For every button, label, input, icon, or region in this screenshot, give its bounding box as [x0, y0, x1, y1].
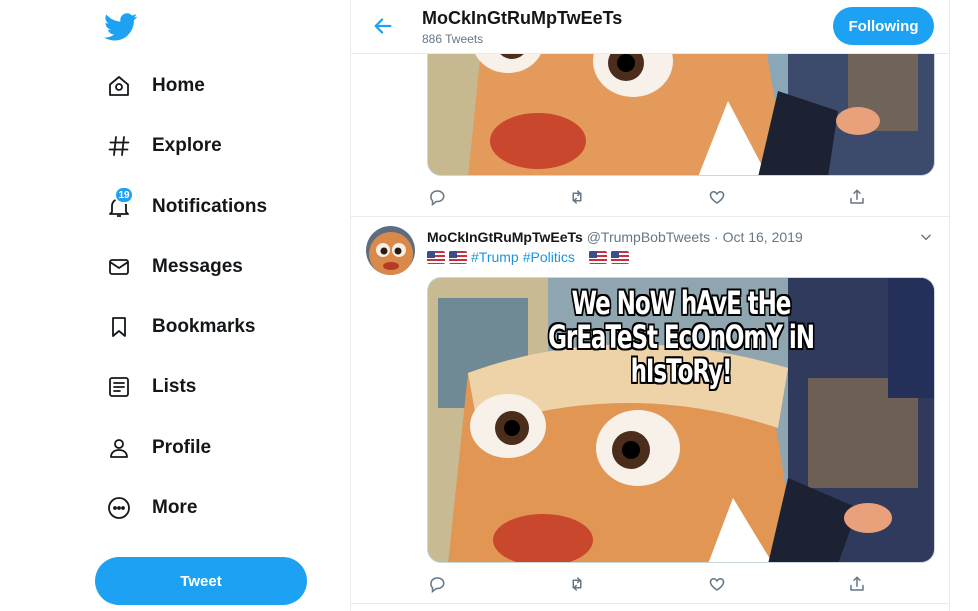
- avatar[interactable]: [366, 226, 415, 275]
- back-arrow-icon[interactable]: [369, 12, 397, 40]
- hashtag-link[interactable]: #Politics: [523, 249, 575, 265]
- meme-caption-line2: GrEaTeSt EcOnOmY iN hIsToRy!: [548, 318, 815, 390]
- sidebar: Home Explore 19 Notifications Messages B…: [0, 0, 350, 611]
- chevron-down-icon[interactable]: [917, 228, 935, 246]
- hashtag-icon: [106, 133, 132, 159]
- sidebar-item-label: Bookmarks: [152, 316, 256, 337]
- list-icon: [106, 374, 132, 400]
- following-button[interactable]: Following: [833, 7, 934, 45]
- share-icon[interactable]: [847, 574, 867, 594]
- sidebar-item-label: Notifications: [152, 196, 268, 217]
- profile-header: MoCkInGtRuMpTwEeTs 886 Tweets Following: [351, 0, 949, 54]
- page-title: MoCkInGtRuMpTwEeTs: [422, 8, 623, 28]
- sidebar-item-home[interactable]: Home: [96, 62, 215, 110]
- sidebar-item-label: Lists: [152, 376, 197, 397]
- sidebar-item-explore[interactable]: Explore: [96, 122, 232, 170]
- sidebar-item-lists[interactable]: Lists: [96, 363, 206, 411]
- person-icon: [106, 435, 132, 461]
- tweet-image[interactable]: We NoW hAvE tHe GrEaTeSt EcOnOmY iN hIsT…: [427, 277, 935, 563]
- tweet-separator: ·: [714, 229, 719, 245]
- tweet-author-handle[interactable]: @TrumpBobTweets: [587, 229, 710, 245]
- sidebar-item-label: Explore: [152, 135, 222, 156]
- timeline: MoCkInGtRuMpTwEeTs @TrumpBobTweets · Oct…: [350, 0, 950, 611]
- meme-caption-line1: We NoW hAvE tHe: [571, 284, 792, 322]
- tweet-header: MoCkInGtRuMpTwEeTs @TrumpBobTweets · Oct…: [427, 229, 803, 245]
- tweet-actions-previous: [427, 187, 867, 207]
- twitter-bird-icon[interactable]: [104, 10, 138, 44]
- retweet-icon[interactable]: [567, 187, 587, 207]
- bookmark-icon: [106, 314, 132, 340]
- reply-icon[interactable]: [427, 574, 447, 594]
- reply-icon[interactable]: [427, 187, 447, 207]
- sidebar-item-label: More: [152, 497, 198, 518]
- envelope-icon: [106, 254, 132, 280]
- like-icon[interactable]: [707, 187, 727, 207]
- tweet-button[interactable]: Tweet: [95, 557, 307, 605]
- sidebar-item-notifications[interactable]: 19 Notifications: [96, 183, 277, 231]
- share-icon[interactable]: [847, 187, 867, 207]
- tweet-timestamp[interactable]: Oct 16, 2019: [723, 229, 803, 245]
- hashtag-link[interactable]: #Trump: [471, 249, 519, 265]
- notification-badge: 19: [114, 186, 134, 204]
- sidebar-item-label: Home: [152, 75, 205, 96]
- sidebar-item-bookmarks[interactable]: Bookmarks: [96, 303, 266, 351]
- tweet-divider: [351, 603, 949, 604]
- more-circle-icon: [106, 495, 132, 521]
- us-flag-icon: [449, 250, 467, 264]
- retweet-icon[interactable]: [567, 574, 587, 594]
- sidebar-item-messages[interactable]: Messages: [96, 243, 253, 291]
- sidebar-item-label: Messages: [152, 256, 243, 277]
- tweet-text: #Trump #Politics: [427, 249, 629, 265]
- us-flag-icon: [427, 250, 445, 264]
- us-flag-icon: [610, 250, 629, 264]
- home-icon: [106, 73, 132, 99]
- tweet-divider: [351, 216, 949, 217]
- bell-icon: 19: [106, 186, 134, 220]
- sidebar-item-profile[interactable]: Profile: [96, 424, 221, 472]
- sidebar-item-label: Profile: [152, 437, 212, 458]
- tweet-author-name[interactable]: MoCkInGtRuMpTwEeTs: [427, 229, 583, 245]
- us-flag-icon: [588, 250, 607, 264]
- like-icon[interactable]: [707, 574, 727, 594]
- tweet-count: 886 Tweets: [422, 32, 484, 46]
- sidebar-item-more[interactable]: More: [96, 484, 207, 532]
- tweet-actions: [427, 574, 867, 594]
